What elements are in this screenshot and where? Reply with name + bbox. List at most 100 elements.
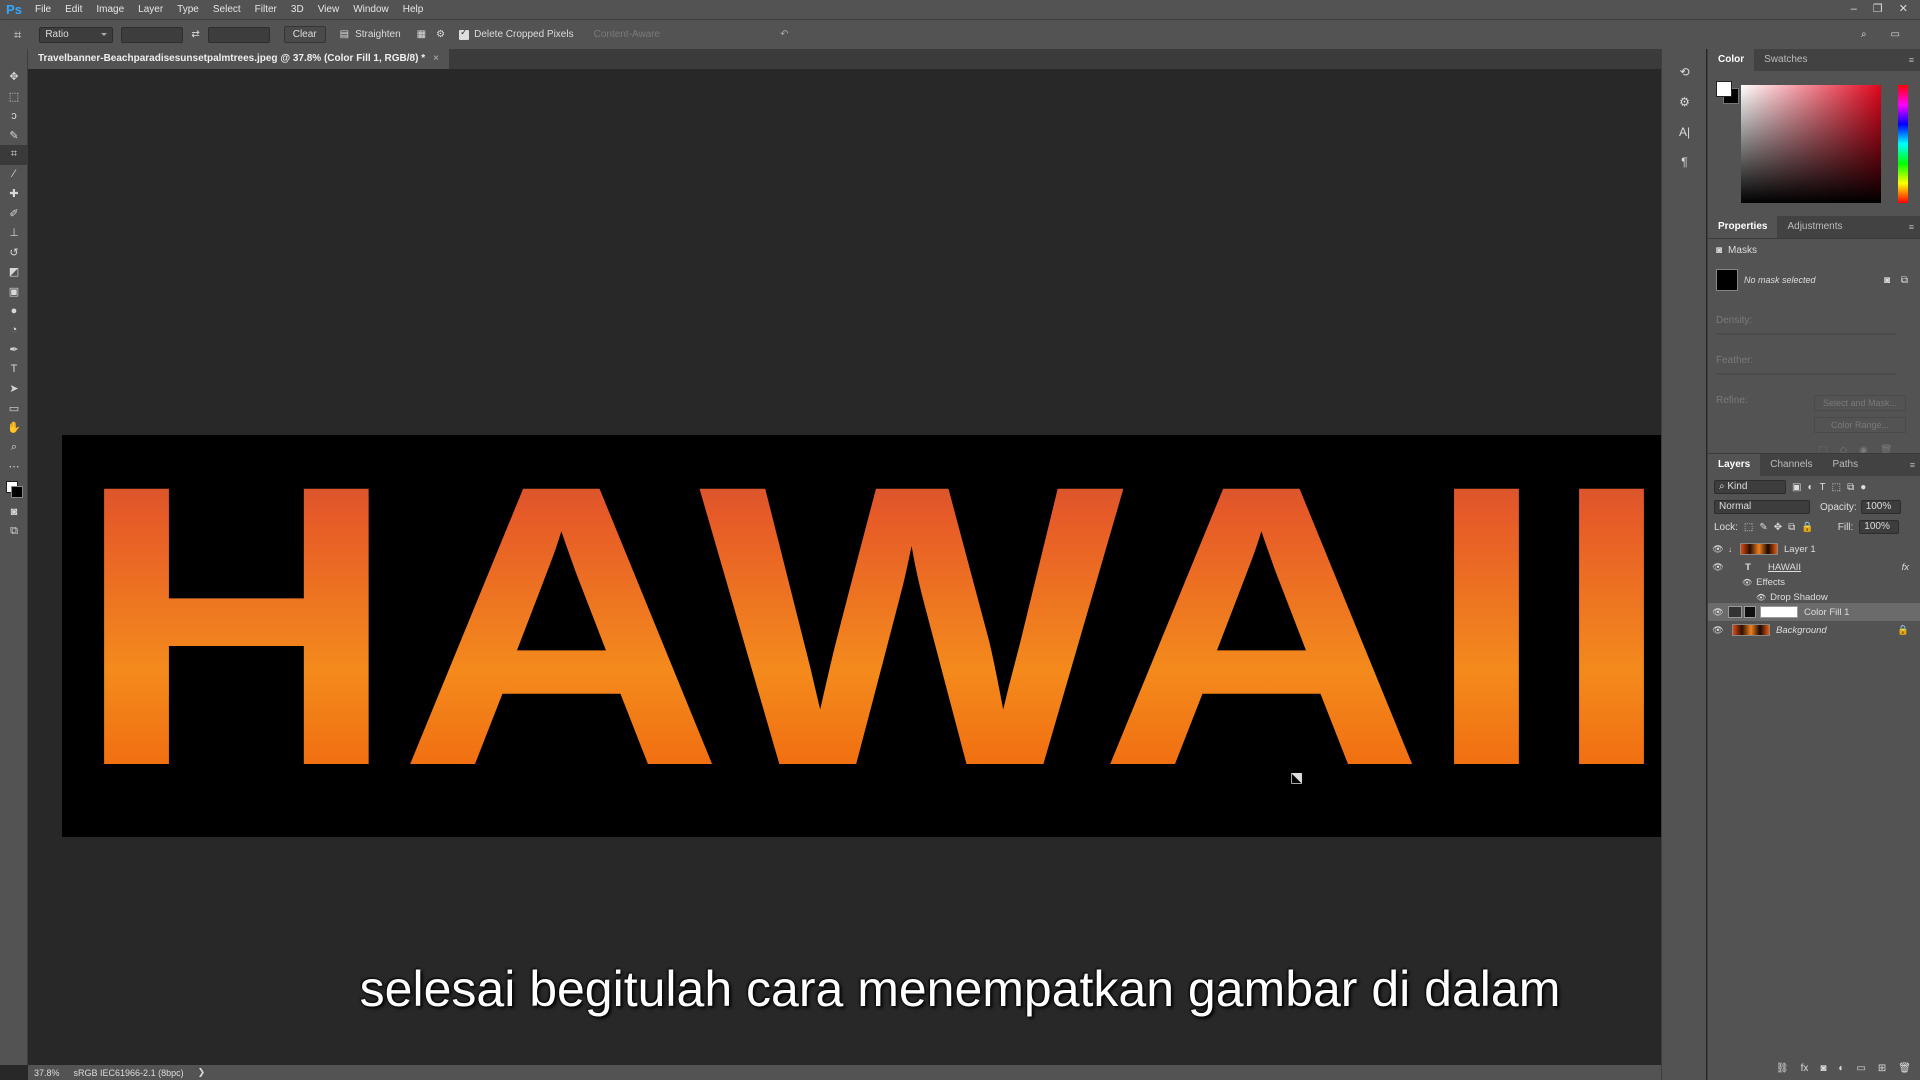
zoom-level[interactable]: 37.8% <box>34 1068 60 1078</box>
overlay-grid-icon[interactable]: ▦ <box>417 29 426 40</box>
layer-name[interactable]: Color Fill 1 <box>1804 607 1849 618</box>
close-tab-icon[interactable]: × <box>433 53 439 64</box>
marquee-tool-icon[interactable]: ⬚ <box>0 87 28 107</box>
hue-slider[interactable] <box>1898 85 1908 203</box>
clone-stamp-tool-icon[interactable]: ⊥ <box>0 223 28 243</box>
filter-smart-icon[interactable]: ⧉ <box>1847 482 1854 493</box>
lock-transparent-icon[interactable]: ⬚ <box>1744 522 1753 533</box>
lock-image-icon[interactable]: ✎ <box>1759 522 1767 533</box>
screen-mode-icon[interactable]: ⧉ <box>0 522 28 542</box>
rectangle-tool-icon[interactable]: ▭ <box>0 399 28 419</box>
app-logo[interactable]: Ps <box>0 0 28 19</box>
history-panel-icon[interactable]: ⟲ <box>1662 57 1707 87</box>
properties-menu-icon[interactable]: ≡ <box>1909 222 1914 232</box>
menu-window[interactable]: Window <box>346 0 396 19</box>
content-aware-option[interactable]: Content-Aware <box>594 29 661 40</box>
new-adjustment-icon[interactable]: ◐ <box>1838 1063 1844 1074</box>
menu-select[interactable]: Select <box>206 0 248 19</box>
filter-pixel-icon[interactable]: ▣ <box>1792 482 1801 493</box>
eraser-tool-icon[interactable]: ◩ <box>0 262 28 282</box>
quick-select-tool-icon[interactable]: ✎ <box>0 126 28 146</box>
path-select-tool-icon[interactable]: ➤ <box>0 379 28 399</box>
menu-image[interactable]: Image <box>89 0 131 19</box>
layer-row[interactable]: 👁 Background 🔒 <box>1708 621 1920 639</box>
menu-type[interactable]: Type <box>170 0 206 19</box>
history-brush-tool-icon[interactable]: ↺ <box>0 243 28 263</box>
tab-adjustments[interactable]: Adjustments <box>1777 216 1852 238</box>
visibility-eye-icon[interactable]: 👁 <box>1708 607 1728 618</box>
filter-type-icon[interactable]: T <box>1820 482 1826 493</box>
zoom-tool-icon[interactable]: ⌕ <box>0 438 28 458</box>
canvas-area[interactable]: HAWAII ⬔ <box>28 69 1686 1065</box>
visibility-eye-icon[interactable]: 👁 <box>1708 625 1728 636</box>
minimize-button[interactable]: – <box>1851 0 1857 19</box>
tab-swatches[interactable]: Swatches <box>1754 49 1817 71</box>
tab-paths[interactable]: Paths <box>1823 454 1869 476</box>
density-slider[interactable] <box>1716 333 1896 335</box>
fx-badge[interactable]: fx <box>1902 562 1909 573</box>
filter-adjustment-icon[interactable]: ◐ <box>1807 482 1813 493</box>
layer-row-selected[interactable]: 👁 Color Fill 1 <box>1708 603 1920 621</box>
document-tab[interactable]: Travelbanner-Beachparadisesunsetpalmtree… <box>28 49 449 69</box>
dodge-tool-icon[interactable]: ◔ <box>0 321 28 341</box>
visibility-eye-icon[interactable]: 👁 <box>1708 562 1728 573</box>
tab-color[interactable]: Color <box>1708 49 1755 71</box>
menu-help[interactable]: Help <box>396 0 431 19</box>
menu-layer[interactable]: Layer <box>131 0 170 19</box>
color-range-button[interactable]: Color Range... <box>1814 417 1906 433</box>
reset-icon[interactable]: ↶ <box>780 29 788 40</box>
workspace-icon[interactable]: ▭ <box>1891 29 1900 40</box>
new-layer-icon[interactable]: ⊞ <box>1878 1063 1886 1074</box>
tab-layers[interactable]: Layers <box>1708 454 1761 476</box>
crop-tool-preset-icon[interactable]: ⌗ <box>14 27 21 43</box>
feather-slider[interactable] <box>1716 373 1896 375</box>
brush-tool-icon[interactable]: ✐ <box>0 204 28 224</box>
crop-tool-icon[interactable]: ⌗ <box>0 145 28 165</box>
ratio-width-field[interactable] <box>121 26 184 43</box>
panel-menu-icon[interactable]: ≡ <box>1909 55 1914 65</box>
layer-row[interactable]: 👁 ↓ Layer 1 <box>1708 540 1920 558</box>
lock-position-icon[interactable]: ✥ <box>1774 522 1782 533</box>
character-panel-icon[interactable]: A| <box>1662 117 1707 147</box>
fill-value[interactable]: 100% <box>1859 520 1900 534</box>
quick-mask-icon[interactable]: ◙ <box>0 503 28 523</box>
tab-channels[interactable]: Channels <box>1760 454 1822 476</box>
layer-kind-filter[interactable]: ⌕ Kind <box>1714 480 1786 494</box>
restore-button[interactable]: ❐ <box>1873 0 1883 19</box>
filter-shape-icon[interactable]: ⬚ <box>1832 482 1841 493</box>
close-button[interactable]: ✕ <box>1899 0 1908 19</box>
hand-tool-icon[interactable]: ✋ <box>0 418 28 438</box>
layer-name[interactable]: HAWAII <box>1768 562 1801 573</box>
clear-button[interactable]: Clear <box>283 26 326 43</box>
opacity-value[interactable]: 100% <box>1860 500 1901 514</box>
swap-icon[interactable]: ⇄ <box>191 29 199 40</box>
straighten-button[interactable]: Straighten <box>355 29 401 40</box>
gradient-tool-icon[interactable]: ▣ <box>0 282 28 302</box>
color-picker-field[interactable] <box>1741 85 1881 203</box>
menu-edit[interactable]: Edit <box>58 0 89 19</box>
effects-eye-icon[interactable]: 👁 <box>1742 578 1752 587</box>
visibility-eye-icon[interactable]: 👁 <box>1708 544 1728 555</box>
add-style-icon[interactable]: fx <box>1801 1063 1809 1074</box>
delete-layer-icon[interactable]: 🗑 <box>1898 1063 1911 1074</box>
pixel-mask-icon[interactable]: ◙ <box>1884 275 1890 286</box>
blur-tool-icon[interactable]: ● <box>0 301 28 321</box>
lock-all-icon[interactable]: 🔒 <box>1801 522 1813 533</box>
menu-3d[interactable]: 3D <box>284 0 311 19</box>
settings-gear-icon[interactable]: ⚙ <box>436 29 445 40</box>
blend-mode-select[interactable]: Normal <box>1714 500 1810 514</box>
artwork-banner[interactable]: HAWAII <box>62 435 1686 837</box>
more-tools-icon[interactable]: ⋯ <box>0 457 28 477</box>
drop-shadow-eye-icon[interactable]: 👁 <box>1756 593 1766 602</box>
lock-artboard-icon[interactable]: ⧉ <box>1788 522 1795 533</box>
vector-mask-icon[interactable]: ⧉ <box>1901 275 1908 286</box>
menu-view[interactable]: View <box>311 0 347 19</box>
layers-menu-icon[interactable]: ≡ <box>1910 460 1915 470</box>
lasso-tool-icon[interactable]: ↄ <box>0 106 28 126</box>
move-tool-icon[interactable]: ✥ <box>0 67 28 87</box>
foreground-color-swatch[interactable] <box>1716 81 1732 97</box>
filter-toggle-icon[interactable]: ● <box>1860 482 1866 493</box>
layer-name[interactable]: Layer 1 <box>1784 544 1816 555</box>
paragraph-panel-icon[interactable]: ¶ <box>1662 147 1707 177</box>
color-swatches-icon[interactable] <box>0 477 28 503</box>
